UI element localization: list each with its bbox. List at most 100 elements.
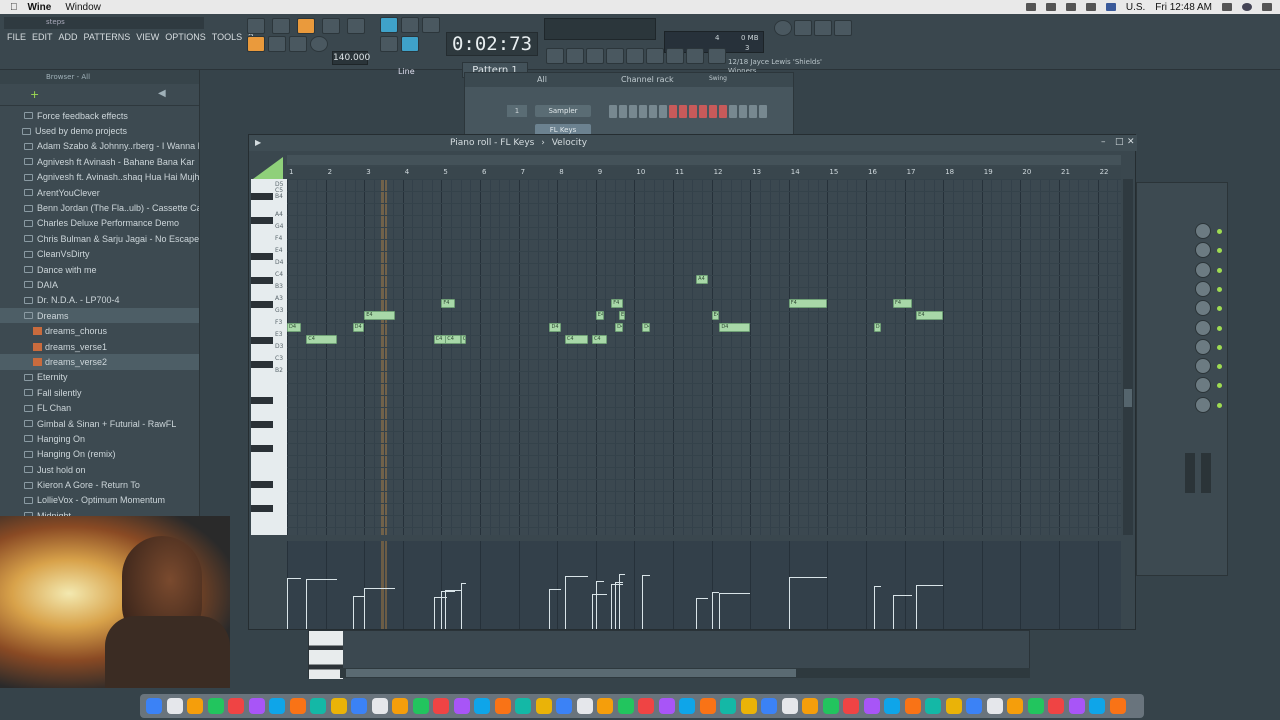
dock-app-icon[interactable] [781, 698, 798, 714]
plugin-picker-icon[interactable] [646, 48, 664, 64]
cut-icon[interactable] [794, 20, 812, 36]
black-key[interactable] [251, 445, 273, 452]
velocity-bar[interactable] [873, 587, 875, 629]
vertical-scrollbar[interactable] [1123, 179, 1133, 535]
dock-app-icon[interactable] [904, 698, 921, 714]
browser-item[interactable]: LollieVox - Optimum Momentum [0, 493, 199, 508]
mixer-knob[interactable] [1195, 261, 1211, 278]
midi-note[interactable]: C4 [591, 335, 608, 344]
browser-item[interactable]: Agnivesh ft Avinash - Bahane Bana Kar [0, 154, 199, 169]
browser-item[interactable]: ArentYouClever [0, 185, 199, 200]
menu-options[interactable]: OPTIONS [162, 32, 209, 42]
velocity-bar[interactable] [595, 582, 597, 629]
step-button[interactable] [719, 105, 727, 118]
mixer-fader-2[interactable] [1201, 453, 1211, 493]
maximize-icon[interactable]: □ [1115, 138, 1124, 147]
dock-app-icon[interactable] [248, 698, 265, 714]
time-slider[interactable] [287, 155, 1121, 165]
black-key[interactable] [251, 217, 273, 224]
dock-app-icon[interactable] [761, 698, 777, 714]
notification-icon[interactable] [1262, 3, 1272, 11]
velocity-bar[interactable] [591, 595, 593, 629]
black-key[interactable] [251, 505, 273, 512]
mixer-knob[interactable] [1195, 300, 1211, 317]
dock-app-icon[interactable] [740, 698, 757, 714]
dock-app-icon[interactable] [986, 698, 1003, 714]
browser-item[interactable]: Used by demo projects [0, 123, 199, 138]
velocity-bar[interactable] [445, 591, 447, 629]
browser-item[interactable]: FL Chan [0, 400, 199, 415]
wifi-icon[interactable] [1045, 3, 1056, 11]
browser-item[interactable]: Dreams [0, 308, 199, 324]
piano-roll-menu-icon[interactable]: ▶ [255, 138, 261, 147]
dock-app-icon[interactable] [351, 698, 367, 714]
velocity-bar[interactable] [306, 580, 308, 629]
velocity-bar[interactable] [460, 584, 462, 629]
dock-app-icon[interactable] [679, 698, 695, 714]
dock-app-icon[interactable] [371, 698, 388, 714]
horizontal-scrollbar[interactable] [340, 668, 1030, 678]
dock-app-icon[interactable] [310, 698, 326, 714]
menu-view[interactable]: VIEW [133, 32, 162, 42]
midi-note[interactable]: C4 [445, 335, 461, 344]
mixer-knob[interactable] [1195, 338, 1211, 355]
dock-app-icon[interactable] [822, 698, 839, 714]
menu-file[interactable]: FILE [4, 32, 29, 42]
dock-app-icon[interactable] [146, 698, 162, 714]
step-button[interactable] [749, 105, 757, 118]
black-key[interactable] [251, 481, 273, 488]
dock-app-icon[interactable] [515, 698, 531, 714]
midi-note[interactable]: F4 [441, 299, 455, 308]
midi-note[interactable]: D4 [873, 323, 882, 332]
menu-add[interactable]: ADD [56, 32, 81, 42]
browser-item[interactable]: Adam Szabo & Johnny..rberg - I Wanna Be [0, 139, 199, 154]
mixer-fader[interactable] [1185, 453, 1195, 493]
dock-app-icon[interactable] [494, 698, 511, 714]
step-button[interactable] [759, 105, 767, 118]
dock-app-icon[interactable] [535, 698, 552, 714]
velocity-bar[interactable] [615, 583, 617, 629]
velocity-bar[interactable] [287, 579, 288, 629]
dock-app-icon[interactable] [597, 698, 613, 714]
download-icon[interactable] [708, 48, 726, 64]
camera-icon[interactable] [1025, 3, 1036, 11]
dock-app-icon[interactable] [187, 698, 203, 714]
browser-item[interactable]: Agnivesh ft. Avinash..shaq Hua Hai Mujhe [0, 170, 199, 185]
browser-item[interactable]: Benn Jordan (The Fla..ulb) - Cassette Ca… [0, 200, 199, 215]
channel-rack-icon[interactable] [586, 48, 604, 64]
midi-note[interactable]: F4 [611, 299, 623, 308]
add-icon[interactable]: + [30, 88, 39, 101]
midi-note[interactable]: E4 [711, 311, 720, 320]
dock-app-icon[interactable] [658, 698, 675, 714]
midi-note[interactable]: D4 [352, 323, 365, 332]
dock-app-icon[interactable] [638, 698, 654, 714]
mixer-icon[interactable] [606, 48, 624, 64]
metronome-button[interactable] [247, 18, 265, 34]
wait-input-button[interactable] [272, 18, 290, 34]
dock-app-icon[interactable] [289, 698, 306, 714]
dock-app-icon[interactable] [392, 698, 408, 714]
countdown-button[interactable] [297, 18, 315, 34]
touch-keyboard-icon[interactable] [666, 48, 684, 64]
midi-note[interactable]: D4 [719, 323, 751, 332]
browser-item[interactable]: Hanging On [0, 431, 199, 446]
midi-note[interactable]: C4 [460, 335, 467, 344]
dock-app-icon[interactable] [474, 698, 490, 714]
mixer-led[interactable] [1217, 344, 1222, 350]
play-button[interactable] [268, 36, 286, 52]
step-button[interactable] [709, 105, 717, 118]
close-icon[interactable]: ✕ [1127, 138, 1135, 147]
black-key[interactable] [251, 421, 273, 428]
browser-item[interactable]: dreams_verse2 [0, 354, 199, 370]
channel-sampler[interactable]: Sampler [535, 105, 591, 117]
midi-note[interactable]: D4 [615, 323, 623, 332]
dock-app-icon[interactable] [412, 698, 429, 714]
midi-note[interactable]: C4 [564, 335, 589, 344]
dock-app-icon[interactable] [1089, 698, 1105, 714]
midi-note[interactable]: E4 [618, 311, 625, 320]
dock-app-icon[interactable] [863, 698, 880, 714]
pencil-tool-button[interactable] [380, 36, 398, 52]
menu-tools[interactable]: TOOLS [209, 32, 245, 42]
dock-app-icon[interactable] [617, 698, 634, 714]
velocity-bar[interactable] [352, 597, 354, 629]
